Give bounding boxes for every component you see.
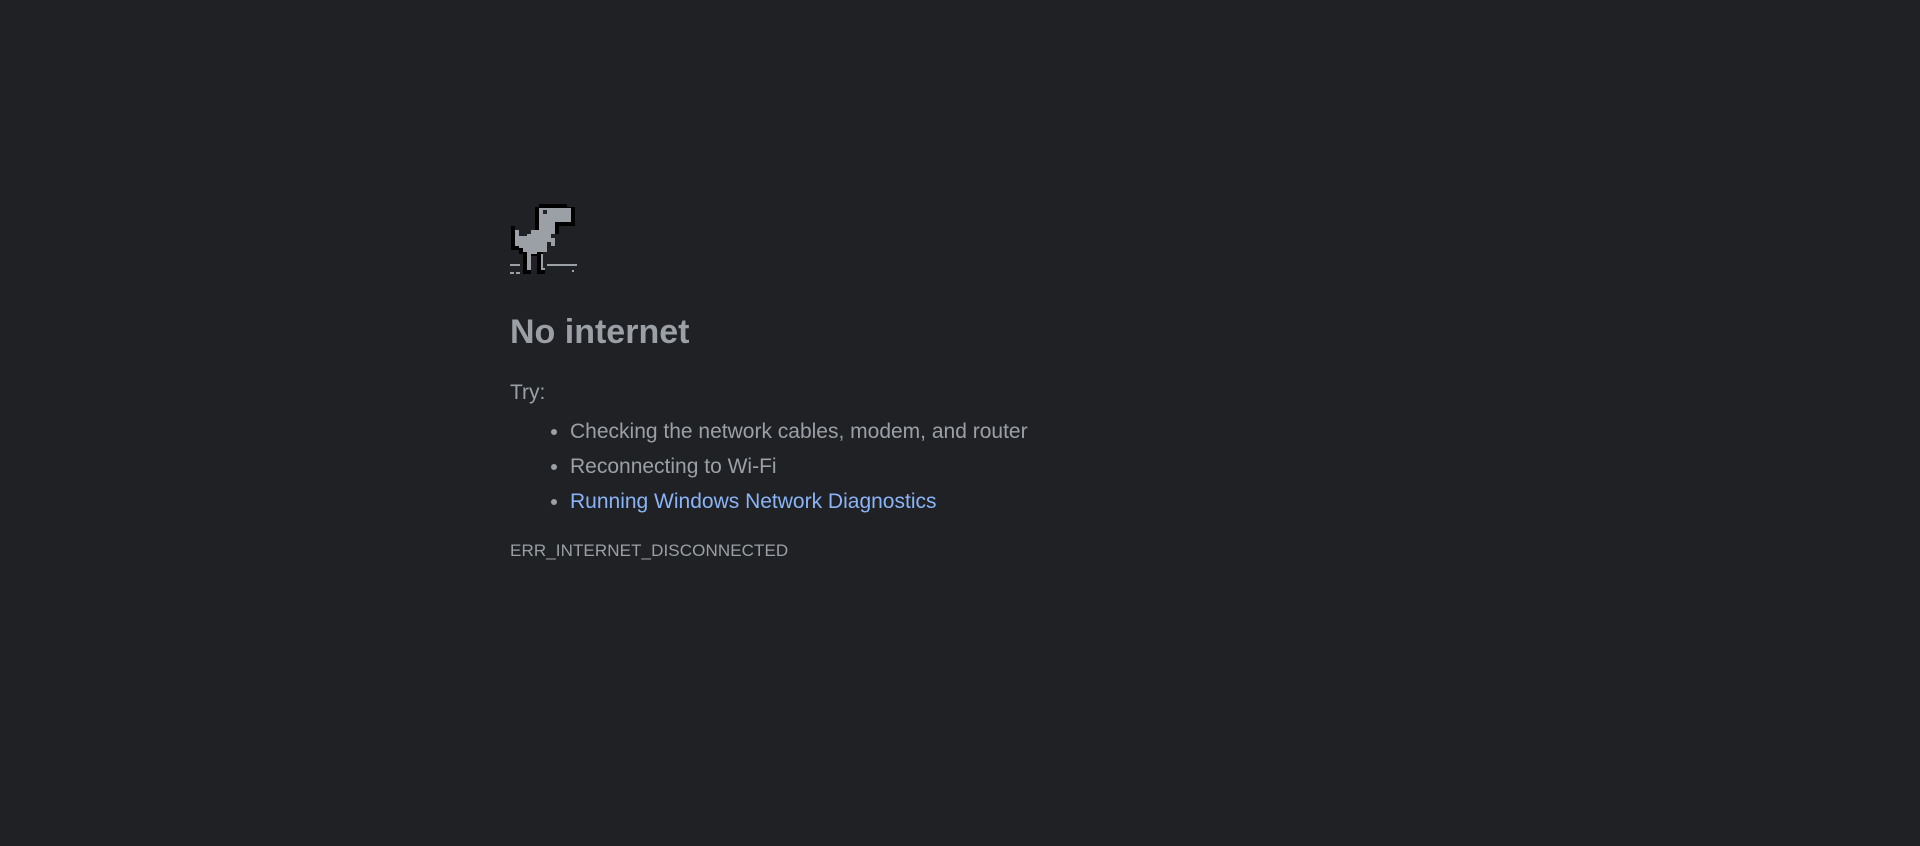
try-label: Try: xyxy=(510,380,546,404)
error-code: ERR_INTERNET_DISCONNECTED xyxy=(510,541,789,561)
page-title: No internet xyxy=(510,313,690,351)
suggestion-text: Checking the network cables, modem, and … xyxy=(570,420,1028,444)
suggestion-text: Reconnecting to Wi-Fi xyxy=(570,455,777,479)
suggestion-check-cables: Checking the network cables, modem, and … xyxy=(570,414,1410,449)
suggestion-reconnect-wifi: Reconnecting to Wi-Fi xyxy=(570,449,1410,484)
suggestion-network-diagnostics: Running Windows Network Diagnostics xyxy=(570,484,1410,519)
error-content: No internet Try: Checking the network ca… xyxy=(510,204,1410,561)
error-page: No internet Try: Checking the network ca… xyxy=(0,0,1920,846)
offline-dinosaur-icon[interactable] xyxy=(510,204,578,276)
suggestions-list: Checking the network cables, modem, and … xyxy=(510,414,1410,519)
network-diagnostics-link[interactable]: Running Windows Network Diagnostics xyxy=(570,490,937,513)
